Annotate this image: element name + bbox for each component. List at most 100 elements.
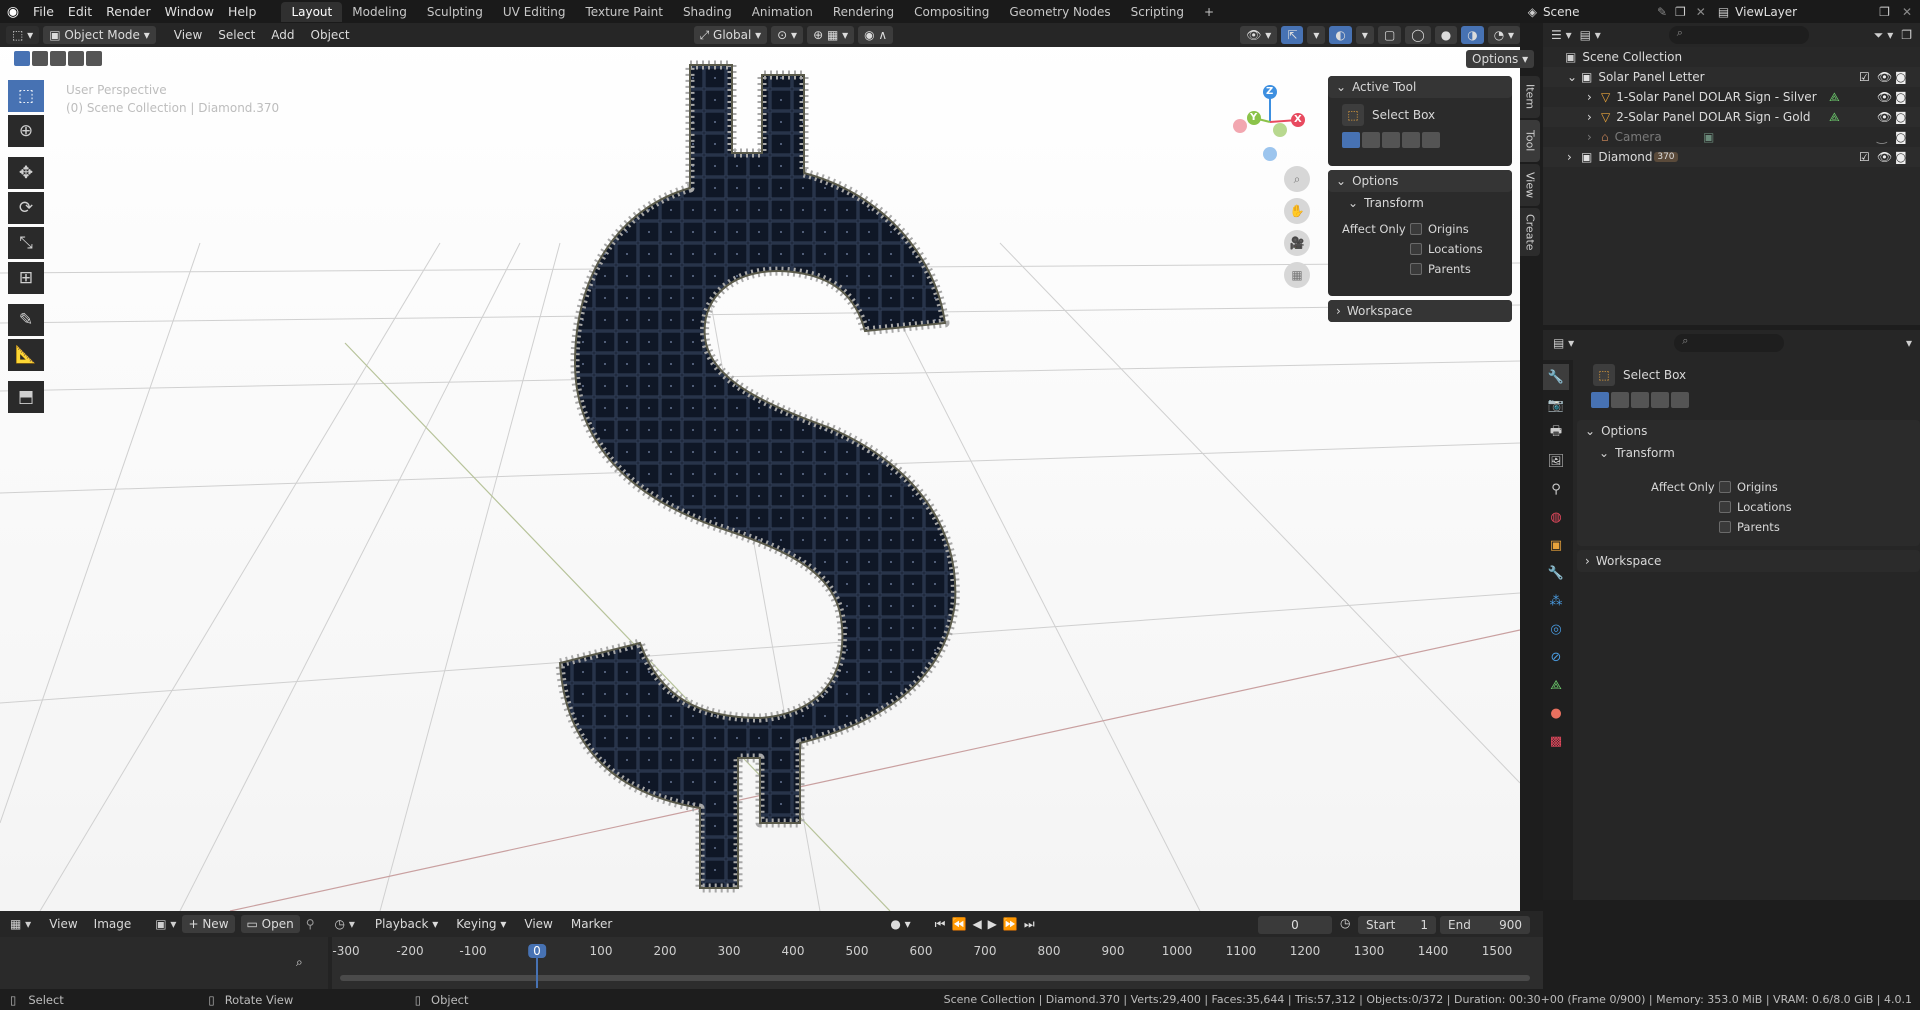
- mode-subtract-icon[interactable]: [1382, 132, 1400, 148]
- select-intersect-icon[interactable]: [86, 51, 102, 66]
- origins-checkbox[interactable]: Origins: [1719, 480, 1778, 494]
- delete-scene-icon[interactable]: ✕: [1690, 5, 1712, 19]
- select-subtract-icon[interactable]: [50, 51, 66, 66]
- output-tab-icon[interactable]: 🖶: [1543, 420, 1569, 446]
- prev-keyframe-icon[interactable]: ⏪: [951, 917, 966, 931]
- mesh-data-icon[interactable]: ⟁: [1829, 90, 1840, 105]
- outliner-row-solar-panel-letter[interactable]: ⌄ ▣ Solar Panel Letter ☑ 👁 ◙: [1543, 67, 1920, 87]
- menu-edit[interactable]: Edit: [61, 4, 99, 19]
- expand-arrow-icon[interactable]: ⌄: [1567, 70, 1581, 84]
- menu-window[interactable]: Window: [158, 4, 221, 19]
- modifier-tab-icon[interactable]: 🔧: [1543, 560, 1569, 586]
- end-frame-field[interactable]: End 900: [1440, 916, 1530, 934]
- texture-tab-icon[interactable]: ▩: [1543, 728, 1569, 754]
- new-view-layer-icon[interactable]: ❐: [1875, 5, 1894, 19]
- active-tool-header[interactable]: ⌄ Active Tool: [1328, 76, 1512, 98]
- camera-data-icon[interactable]: ▣: [1703, 130, 1714, 144]
- mode-intersect-icon[interactable]: [1422, 132, 1440, 148]
- sidebar-tab-item[interactable]: Item: [1520, 76, 1540, 118]
- mode-invert-icon[interactable]: [1402, 132, 1420, 148]
- sidebar-tab-tool[interactable]: Tool: [1520, 120, 1540, 162]
- snap-icon[interactable]: ⊕ ▦ ▾: [807, 26, 855, 44]
- tab-uv-editing[interactable]: UV Editing: [493, 2, 576, 22]
- world-tab-icon[interactable]: ◍: [1543, 504, 1569, 530]
- tool-tab-icon[interactable]: 🔧: [1543, 364, 1569, 390]
- grid-view-icon[interactable]: ▦: [1284, 262, 1310, 288]
- scene-icon[interactable]: ◈: [1522, 5, 1543, 19]
- origins-checkbox[interactable]: Origins: [1410, 222, 1469, 236]
- shading-solid-icon[interactable]: ●: [1434, 26, 1458, 44]
- select-new-icon[interactable]: [14, 51, 30, 66]
- shading-wireframe-icon[interactable]: ◯: [1405, 26, 1431, 44]
- open-image-button[interactable]: ▭ Open: [240, 915, 300, 933]
- xray-icon[interactable]: ▢: [1377, 26, 1402, 44]
- mode-new-icon[interactable]: [1342, 132, 1360, 148]
- eye-hidden-icon[interactable]: ‿: [1877, 130, 1887, 144]
- parents-checkbox[interactable]: Parents: [1719, 520, 1780, 534]
- object-tab-icon[interactable]: ▣: [1543, 532, 1569, 558]
- mode-extend-icon[interactable]: [1611, 392, 1629, 408]
- shading-rendered-icon[interactable]: ◔ ▾: [1487, 26, 1520, 44]
- material-tab-icon[interactable]: ●: [1543, 700, 1569, 726]
- menu-view[interactable]: View: [168, 26, 208, 44]
- options-header[interactable]: ⌄ Options: [1577, 420, 1920, 442]
- camera-render-icon[interactable]: ◙: [1895, 130, 1907, 144]
- tab-scripting[interactable]: Scripting: [1121, 2, 1194, 22]
- jump-start-icon[interactable]: ⏮: [935, 917, 946, 932]
- rotate-icon[interactable]: ⟳: [8, 192, 44, 224]
- physics-tab-icon[interactable]: ◎: [1543, 616, 1569, 642]
- jump-end-icon[interactable]: ⏭: [1024, 917, 1035, 932]
- mode-subtract-icon[interactable]: [1631, 392, 1649, 408]
- options-header[interactable]: ⌄ Options: [1328, 170, 1512, 192]
- move-icon[interactable]: ✥: [8, 157, 44, 189]
- outliner-row-camera[interactable]: › ⌂ Camera ▣ ‿ ◙: [1543, 127, 1920, 147]
- tab-shading[interactable]: Shading: [673, 2, 742, 22]
- image-browse-icon[interactable]: ▣ ▾: [155, 917, 176, 931]
- next-keyframe-icon[interactable]: ⏩: [1003, 917, 1018, 931]
- particles-tab-icon[interactable]: ⁂: [1543, 588, 1569, 614]
- start-frame-field[interactable]: Start 1: [1358, 916, 1436, 934]
- select-box-icon[interactable]: ⬚: [8, 80, 44, 112]
- render-tab-icon[interactable]: 📷: [1543, 392, 1569, 418]
- menu-render[interactable]: Render: [99, 4, 158, 19]
- select-invert-icon[interactable]: [68, 51, 84, 66]
- gizmo-dropdown-icon[interactable]: ▾: [1307, 26, 1326, 44]
- view-layer-icon[interactable]: ▤: [1712, 5, 1735, 19]
- locations-checkbox[interactable]: Locations: [1719, 500, 1792, 514]
- properties-editor-icon[interactable]: ▤ ▾: [1553, 336, 1574, 350]
- new-collection-icon[interactable]: ❐: [1901, 28, 1912, 42]
- delete-view-layer-icon[interactable]: ✕: [1894, 5, 1920, 19]
- add-cube-icon[interactable]: ⬒: [8, 381, 44, 413]
- select-box-tool-icon[interactable]: ⬚: [1593, 364, 1615, 386]
- locations-checkbox[interactable]: Locations: [1410, 242, 1483, 256]
- eye-icon[interactable]: 👁: [1877, 110, 1892, 124]
- menu-marker[interactable]: Marker: [565, 915, 618, 933]
- tab-modeling[interactable]: Modeling: [342, 2, 417, 22]
- properties-search-input[interactable]: ⌕: [1674, 334, 1785, 352]
- new-image-button[interactable]: + New: [182, 915, 235, 933]
- mode-invert-icon[interactable]: [1651, 392, 1669, 408]
- zoom-icon[interactable]: ⌕: [296, 955, 303, 970]
- overlay-dropdown-icon[interactable]: ▾: [1355, 26, 1374, 44]
- image-menu-view[interactable]: View: [49, 917, 77, 931]
- pivot-icon[interactable]: ⊙ ▾: [771, 26, 804, 44]
- menu-playback[interactable]: Playback ▾: [369, 915, 444, 933]
- tab-texture-paint[interactable]: Texture Paint: [576, 2, 673, 22]
- eye-icon[interactable]: 👁: [1877, 70, 1892, 84]
- workspace-panel[interactable]: › Workspace: [1577, 550, 1920, 572]
- orientation-select[interactable]: ⤢ Global ▾: [693, 26, 768, 44]
- menu-timeline-view[interactable]: View: [518, 915, 558, 933]
- filter-icon[interactable]: ⏷ ▾: [1874, 28, 1893, 43]
- menu-select[interactable]: Select: [212, 26, 261, 44]
- constraints-tab-icon[interactable]: ⊘: [1543, 644, 1569, 670]
- measure-icon[interactable]: 📐: [8, 339, 44, 371]
- scale-icon[interactable]: ⤡: [8, 227, 44, 259]
- camera-render-icon[interactable]: ◙: [1895, 150, 1907, 164]
- zoom-icon[interactable]: ⌕: [1284, 166, 1310, 192]
- image-menu-image[interactable]: Image: [94, 917, 132, 931]
- record-icon[interactable]: ● ▾: [890, 917, 910, 931]
- select-box-tool-icon[interactable]: ⬚: [1342, 104, 1364, 126]
- properties-options-icon[interactable]: ▾: [1906, 336, 1912, 350]
- image-editor-area[interactable]: ⌕: [0, 937, 328, 989]
- sidebar-tab-view[interactable]: View: [1520, 164, 1540, 206]
